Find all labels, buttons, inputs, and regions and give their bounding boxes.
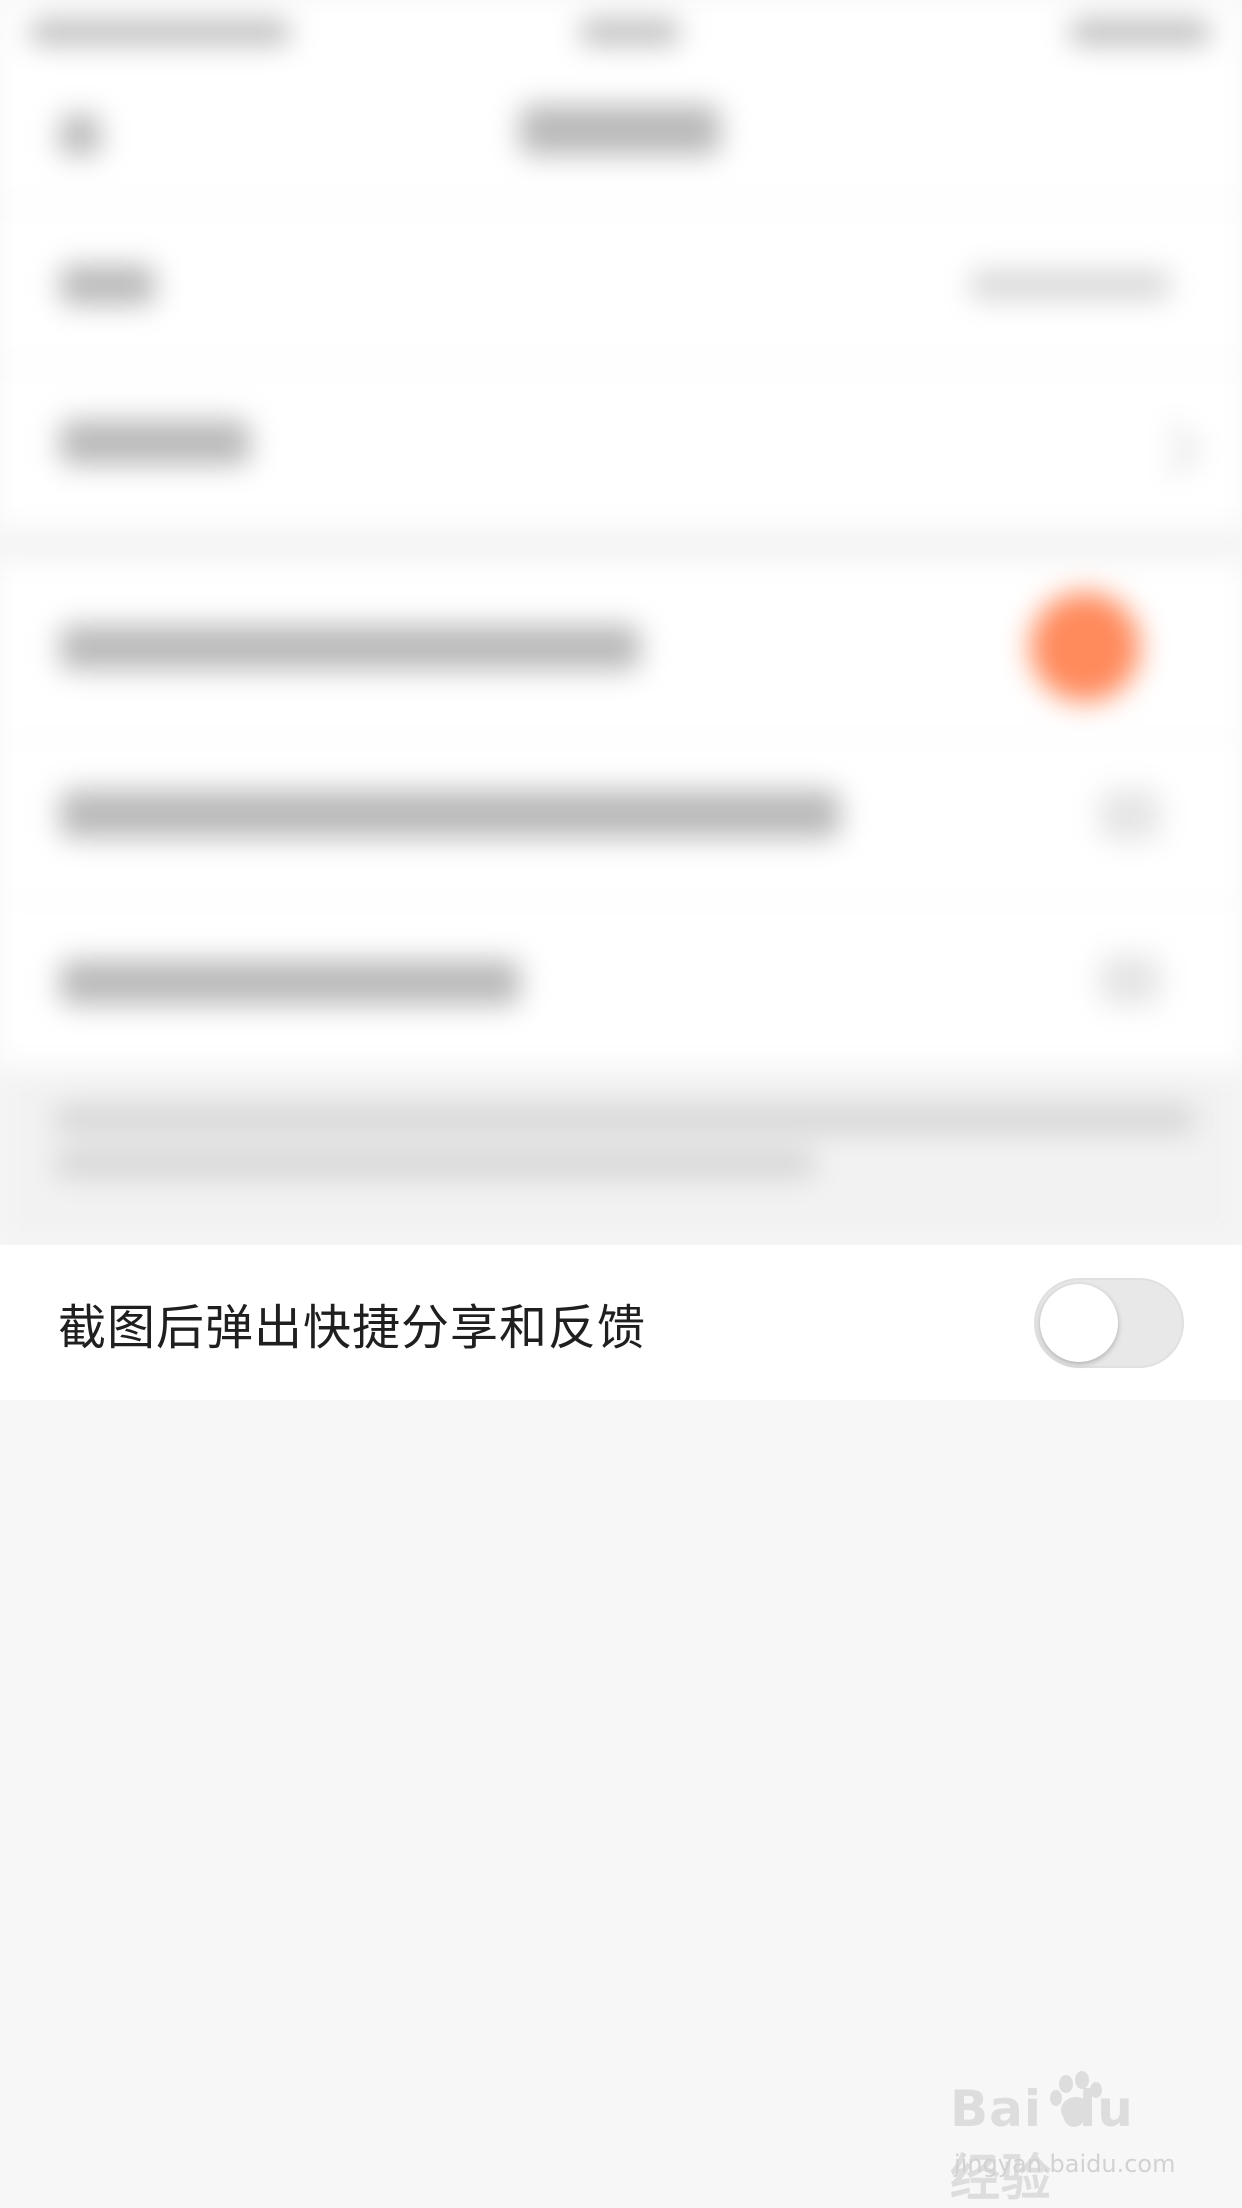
- blurred-row-2: [0, 370, 1242, 530]
- blurred-description: [0, 1070, 1242, 1245]
- navigation-bar: [0, 60, 1242, 200]
- screenshot-share-feedback-row[interactable]: 截图后弹出快捷分享和反馈: [0, 1245, 1242, 1400]
- blurred-row-5: [0, 905, 1242, 1065]
- screen: 截图后弹出快捷分享和反馈 Bai du 经验 jingyan.baidu.com: [0, 0, 1242, 2208]
- setting-label: 截图后弹出快捷分享和反馈: [58, 1299, 647, 1356]
- blurred-background: [0, 0, 1242, 1245]
- blurred-row-4: [0, 740, 1242, 900]
- blurred-row-1: [0, 210, 1242, 360]
- screenshot-share-toggle[interactable]: [1034, 1277, 1184, 1368]
- status-bar: [0, 0, 1242, 60]
- watermark-logo-text: Bai du 经验: [950, 2080, 1134, 2207]
- toggle-knob: [1040, 1283, 1118, 1362]
- baidu-jingyan-watermark: Bai du 经验 jingyan.baidu.com: [950, 2070, 1190, 2207]
- watermark-url: jingyan.baidu.com: [954, 2150, 1176, 2178]
- blurred-toggle-on: [1030, 592, 1140, 702]
